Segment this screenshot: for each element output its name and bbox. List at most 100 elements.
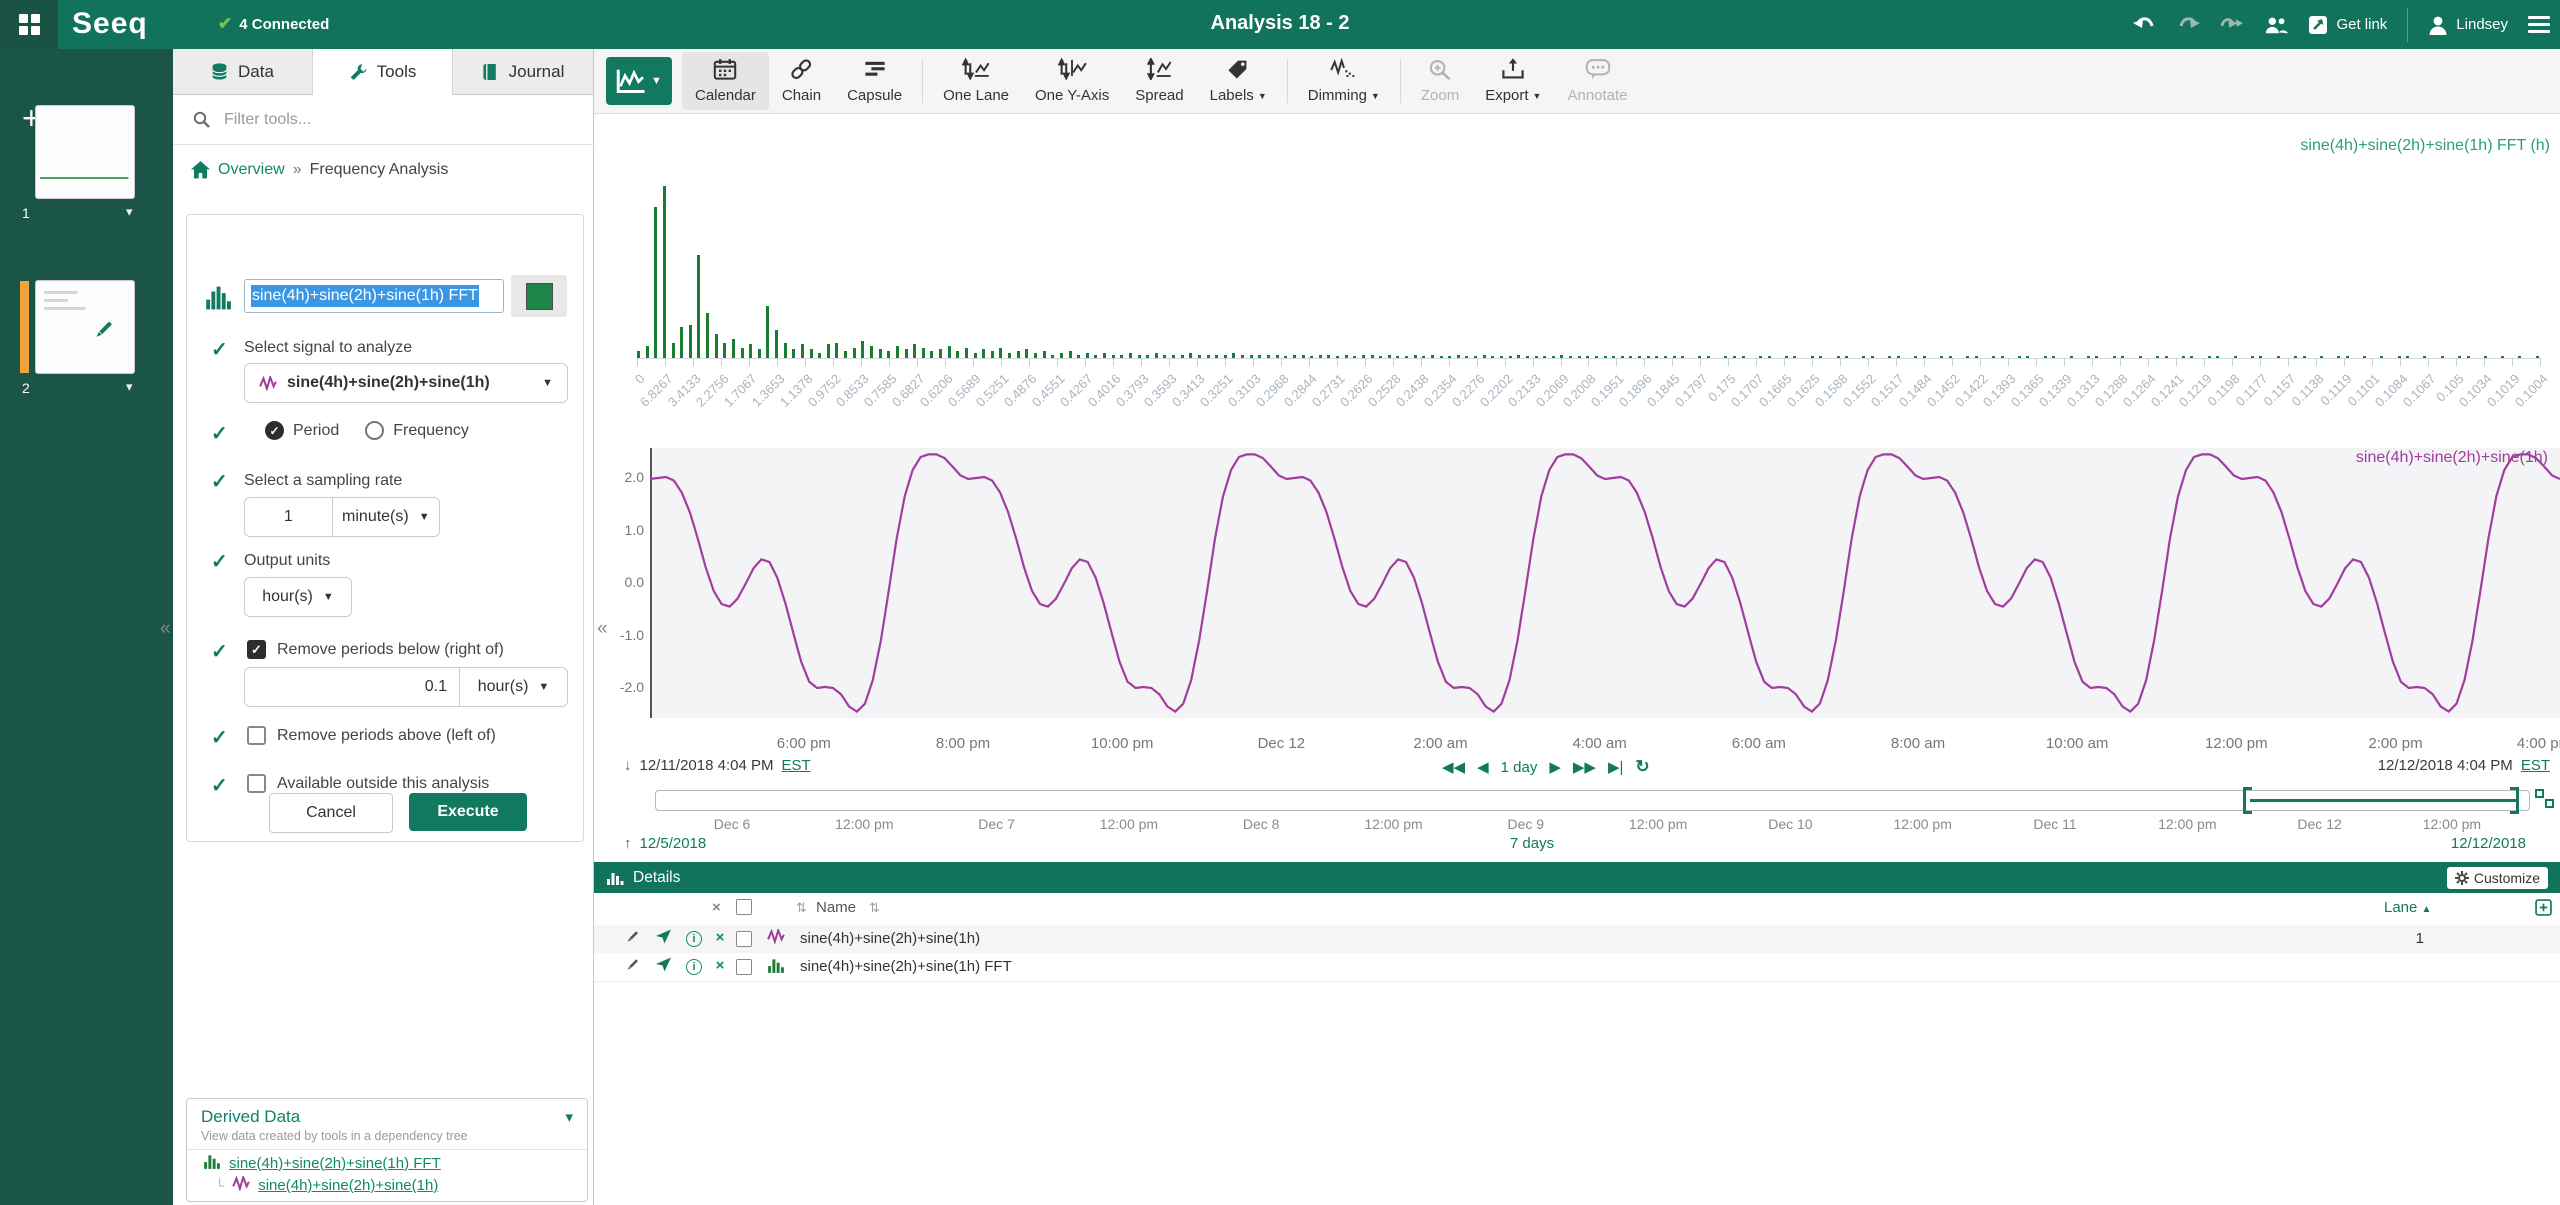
investigate-start-arrow-icon[interactable]: ↑ [624,835,632,852]
selection-left-handle[interactable] [2243,787,2252,814]
toolbar-button-spread[interactable]: Spread [1122,52,1196,110]
available-outside-checkbox-row[interactable]: Available outside this analysis [247,774,489,793]
step-forward-fast-icon[interactable]: ▶▶ [1573,758,1596,776]
sort-icon[interactable]: ⇅ [796,900,807,916]
select-all-checkbox[interactable] [736,899,752,915]
add-column-icon[interactable] [2535,899,2552,916]
toolbar-button-capsule[interactable]: Capsule [834,52,915,110]
remove-all-icon[interactable]: × [712,899,721,916]
range-end-tz[interactable]: EST [2521,757,2550,774]
radio-period[interactable]: ✓ Period [265,421,339,440]
remove-above-checkbox-row[interactable]: Remove periods above (left of) [247,726,496,745]
step-back-fast-icon[interactable]: ◀◀ [1442,758,1465,776]
worksheet-thumbnail-2[interactable] [36,281,134,373]
send-icon[interactable] [654,957,674,976]
remove-below-input[interactable]: 0.1 [245,668,459,706]
fft-bar-chart[interactable] [637,186,2547,358]
row-checkbox[interactable] [736,931,752,947]
execute-button[interactable]: Execute [409,793,527,831]
chevron-down-icon[interactable]: ▾ [565,1108,573,1126]
toolbar-button-chain[interactable]: Chain [769,52,834,110]
undo-icon[interactable] [2132,13,2156,37]
result-name-input[interactable]: sine(4h)+sine(2h)+sine(1h) FFT [244,279,504,313]
signal-line-chart[interactable] [650,448,2560,718]
derived-item-link[interactable]: sine(4h)+sine(2h)+sine(1h) FFT [229,1155,441,1172]
range-start-tz[interactable]: EST [782,757,811,774]
range-start[interactable]: 12/11/2018 4:04 PM [640,757,774,774]
home-icon[interactable] [191,161,210,179]
toolbar-button-one-y-axis[interactable]: One Y-Axis [1022,52,1122,110]
remove-below-unit-dropdown[interactable]: hour(s) ▼ [459,668,567,706]
edit-icon[interactable] [622,929,642,949]
fast-forward-icon[interactable] [2220,13,2244,37]
signal-select-dropdown[interactable]: sine(4h)+sine(2h)+sine(1h) ▼ [244,363,568,403]
chevron-down-icon[interactable]: ▾ [126,204,133,220]
lane-header-label: Lane [2384,899,2418,916]
get-link-button[interactable]: Get link [2308,15,2387,35]
investigate-start[interactable]: 12/5/2018 [640,835,707,852]
user-menu[interactable]: Lindsey [2428,15,2508,35]
derived-item-link[interactable]: sine(4h)+sine(2h)+sine(1h) [258,1177,438,1194]
row-checkbox[interactable] [736,959,752,975]
details-table-row[interactable]: i × sine(4h)+sine(2h)+sine(1h) 1 [594,925,2560,954]
remove-icon[interactable]: × [710,957,730,974]
chevron-down-icon: ▼ [322,591,334,603]
name-column-header[interactable]: Name [816,899,856,916]
range-duration[interactable]: 1 day [1501,759,1538,776]
item-name[interactable]: sine(4h)+sine(2h)+sine(1h) FFT [800,958,1012,975]
send-icon[interactable] [654,929,674,948]
signal-x-tick-label: 4:00 pm [2516,735,2560,752]
view-selector-button[interactable]: ▼ [606,57,672,105]
fft-axis-tick [1364,358,1366,366]
toolbar-button-export[interactable]: Export ▼ [1472,52,1554,110]
step-forward-icon[interactable]: ▶ [1549,758,1561,776]
item-name[interactable]: sine(4h)+sine(2h)+sine(1h) [800,930,980,947]
range-start-arrow-icon[interactable]: ↓ [624,757,632,774]
remove-icon[interactable]: × [710,929,730,946]
info-icon[interactable]: i [684,929,704,947]
users-icon[interactable] [2264,13,2289,37]
selection-right-handle[interactable] [2510,787,2519,814]
color-picker-button[interactable] [511,275,567,317]
lane-column-header[interactable]: Lane ▲ [2384,899,2431,916]
selection-grip-icon[interactable] [2535,789,2544,798]
output-unit-dropdown[interactable]: hour(s) ▼ [244,577,352,617]
radio-frequency[interactable]: Frequency [365,421,469,440]
customize-button[interactable]: Customize [2446,866,2548,889]
tab-data[interactable]: Data [173,49,313,95]
toolbar-button-one-lane[interactable]: One Lane [930,52,1022,110]
tab-tools[interactable]: Tools [313,49,453,95]
details-table-row[interactable]: i × sine(4h)+sine(2h)+sine(1h) FFT [594,953,2560,982]
radio-selected-icon: ✓ [265,421,284,440]
step-back-icon[interactable]: ◀ [1477,758,1489,776]
collapse-worksheet-strip-icon[interactable]: « [160,618,171,640]
collapse-tools-panel-icon[interactable]: « [597,618,608,640]
selection-grip-icon[interactable] [2545,799,2554,808]
step-to-end-icon[interactable]: ▶| [1608,758,1623,776]
info-icon[interactable]: i [684,957,704,975]
filter-tools-input[interactable] [222,109,546,130]
breadcrumb-overview-link[interactable]: Overview [218,161,285,179]
sampling-rate-input[interactable]: 1 [245,498,332,536]
sort-icon[interactable]: ⇅ [869,900,880,916]
sampling-unit-dropdown[interactable]: minute(s) ▼ [331,498,439,536]
derived-data-item[interactable]: └ sine(4h)+sine(2h)+sine(1h) [187,1173,587,1195]
hamburger-menu-icon[interactable] [2528,16,2550,33]
toolbar-button-labels[interactable]: Labels ▼ [1197,52,1280,110]
cancel-button[interactable]: Cancel [269,793,393,833]
investigate-selection-line[interactable] [2250,799,2516,802]
remove-below-checkbox-row[interactable]: ✓ Remove periods below (right of) [247,640,504,659]
refresh-icon[interactable]: ↻ [1635,757,1649,777]
investigate-end[interactable]: 12/12/2018 [2451,835,2526,852]
edit-icon[interactable] [622,957,642,977]
derived-data-item[interactable]: sine(4h)+sine(2h)+sine(1h) FFT [187,1150,587,1173]
tab-journal[interactable]: Journal [453,49,593,95]
redo-icon[interactable] [2176,13,2200,37]
range-end[interactable]: 12/12/2018 4:04 PM [2378,757,2513,774]
worksheet-thumbnail-1[interactable] [36,106,134,198]
chevron-down-icon[interactable]: ▾ [126,379,133,395]
toolbar-button-label: Chain [781,87,822,104]
investigate-duration[interactable]: 7 days [1510,835,1554,852]
toolbar-button-dimming[interactable]: Dimming ▼ [1295,52,1393,110]
toolbar-button-calendar[interactable]: Calendar [682,52,769,110]
